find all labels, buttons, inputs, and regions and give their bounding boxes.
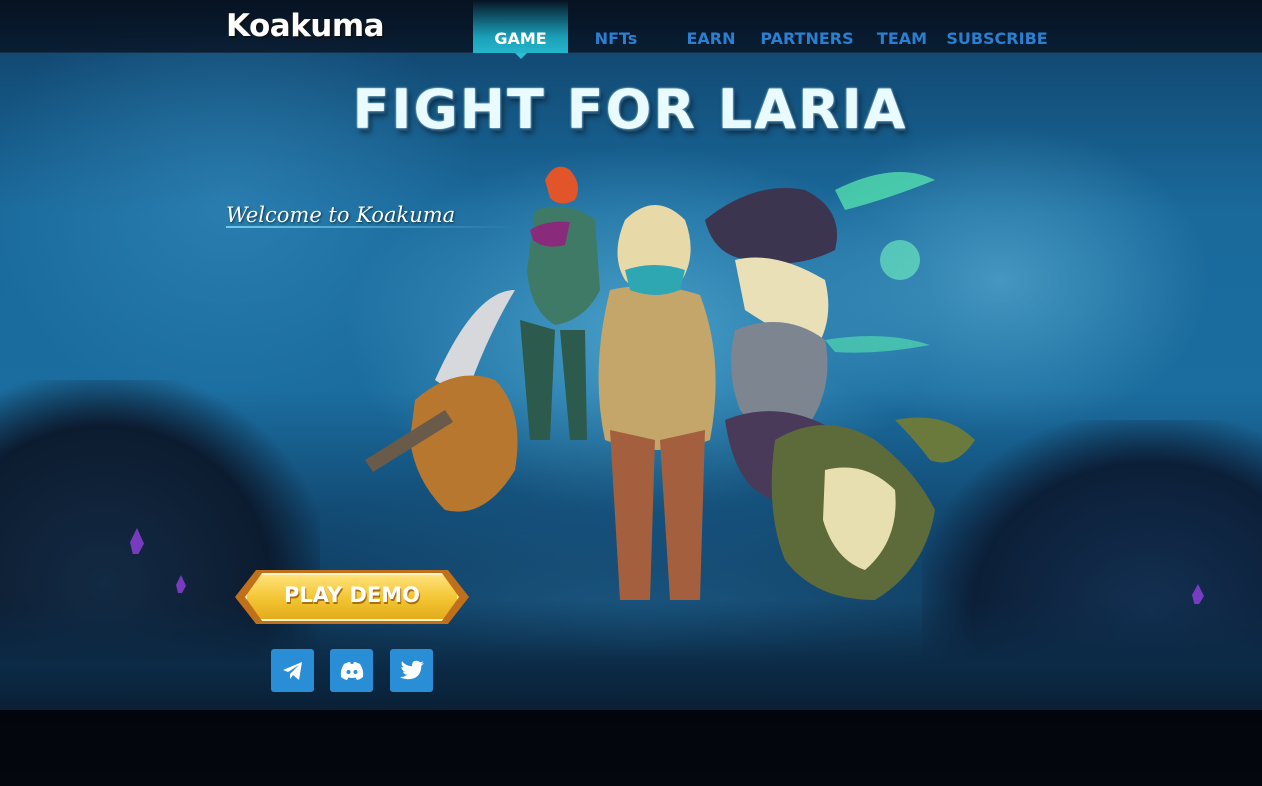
nav-item-label: GAME [494,29,547,48]
nav-item-earn[interactable]: EARN [680,0,742,53]
magic-glow [825,336,930,353]
lion-character [660,430,705,600]
nav-item-label: TEAM [876,29,928,48]
nav-item-label: EARN [686,29,736,48]
nav-item-label: PARTNERS [760,29,854,48]
discord-icon [340,661,363,680]
nav-item-game[interactable]: GAME [473,0,568,59]
characters-artwork [365,166,975,600]
top-navbar: Koakuma GAME NFTs EARN PARTNERS TEAM SUB… [0,0,1262,59]
beast-character [705,188,837,264]
serpent-horn [895,417,975,463]
next-section [0,710,1262,786]
archer-character [520,320,555,440]
telegram-button[interactable] [271,649,314,692]
play-demo-button[interactable]: PLAY DEMO [235,570,469,624]
lion-character [598,286,716,450]
nav-item-label: NFTs [594,29,638,48]
magic-orb [880,240,920,280]
telegram-icon [282,661,302,680]
nav-item-label: SUBSCRIBE [946,29,1048,48]
discord-button[interactable] [330,649,373,692]
magic-glow [835,172,935,210]
play-demo-label: PLAY DEMO [283,583,421,607]
nav-item-partners[interactable]: PARTNERS [760,0,854,53]
archer-character [545,166,579,204]
nav-item-team[interactable]: TEAM [872,0,932,53]
armored-creature [410,375,518,512]
archer-character [560,330,587,440]
lion-scarf [625,265,685,295]
nav-item-subscribe[interactable]: SUBSCRIBE [946,0,1048,53]
twitter-icon [399,660,424,679]
nav-item-nfts[interactable]: NFTs [580,0,652,53]
lion-character [610,430,655,600]
hero-headline: FIGHT FOR LARIA [352,78,908,141]
twitter-button[interactable] [390,649,433,692]
koakuma-logo[interactable]: Koakuma [226,8,385,44]
